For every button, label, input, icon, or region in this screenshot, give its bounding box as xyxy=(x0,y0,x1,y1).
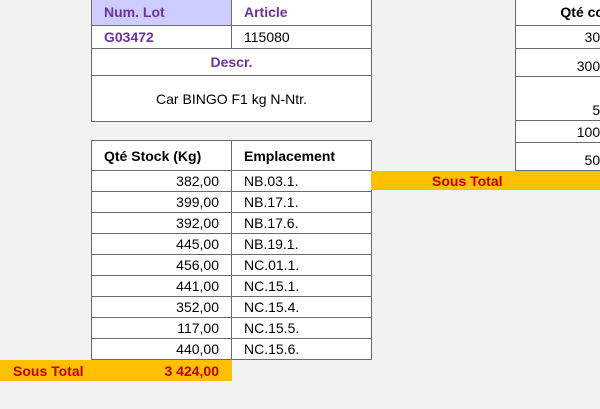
stock-qty-cell[interactable]: 445,00 xyxy=(91,233,232,255)
stock-qty-cell[interactable]: 441,00 xyxy=(91,275,232,297)
qty-co-value-5[interactable]: 50, xyxy=(515,142,600,171)
qty-co-value-4[interactable]: 100, xyxy=(515,120,600,143)
stock-qty-cell[interactable]: 117,00 xyxy=(91,317,232,339)
location-header: Emplacement xyxy=(231,140,372,171)
stock-location-cell[interactable]: NC.01.1. xyxy=(231,254,372,276)
stock-qty-cell[interactable]: 456,00 xyxy=(91,254,232,276)
descr-header: Descr. xyxy=(91,48,372,76)
stock-location-cell[interactable]: NC.15.6. xyxy=(231,338,372,360)
qty-co-value-2[interactable]: 300, xyxy=(515,48,600,77)
qty-stock-header: Qté Stock (Kg) xyxy=(91,140,232,171)
stock-location-cell[interactable]: NC.15.5. xyxy=(231,317,372,339)
stock-location-cell[interactable]: NC.15.4. xyxy=(231,296,372,318)
stock-qty-cell[interactable]: 399,00 xyxy=(91,191,232,213)
descr-value[interactable]: Car BINGO F1 kg N-Ntr. xyxy=(91,75,372,122)
article-header: Article xyxy=(231,0,372,26)
qty-co-header: Qté co xyxy=(515,0,600,26)
stock-location-cell[interactable]: NB.17.1. xyxy=(231,191,372,213)
article-value[interactable]: 115080 xyxy=(231,25,372,49)
stock-location-cell[interactable]: NB.19.1. xyxy=(231,233,372,255)
stock-location-cell[interactable]: NB.17.6. xyxy=(231,212,372,234)
stock-qty-cell[interactable]: 382,00 xyxy=(91,170,232,192)
subtotal-value[interactable]: 3 424,00 xyxy=(91,360,232,381)
stock-location-cell[interactable]: NC.15.1. xyxy=(231,275,372,297)
subtotal-label: Sous Total xyxy=(0,360,92,381)
stock-location-cell[interactable]: NB.03.1. xyxy=(231,170,372,192)
lot-value[interactable]: G03472 xyxy=(91,25,232,49)
right-subtotal-label: Sous Total xyxy=(371,171,516,190)
stock-qty-cell[interactable]: 440,00 xyxy=(91,338,232,360)
lot-header: Num. Lot xyxy=(91,0,232,26)
qty-co-value-3[interactable]: 5, xyxy=(515,76,600,121)
qty-co-value-1[interactable]: 30, xyxy=(515,25,600,49)
stock-qty-cell[interactable]: 392,00 xyxy=(91,212,232,234)
stock-qty-cell[interactable]: 352,00 xyxy=(91,296,232,318)
right-subtotal-value[interactable] xyxy=(515,171,600,190)
